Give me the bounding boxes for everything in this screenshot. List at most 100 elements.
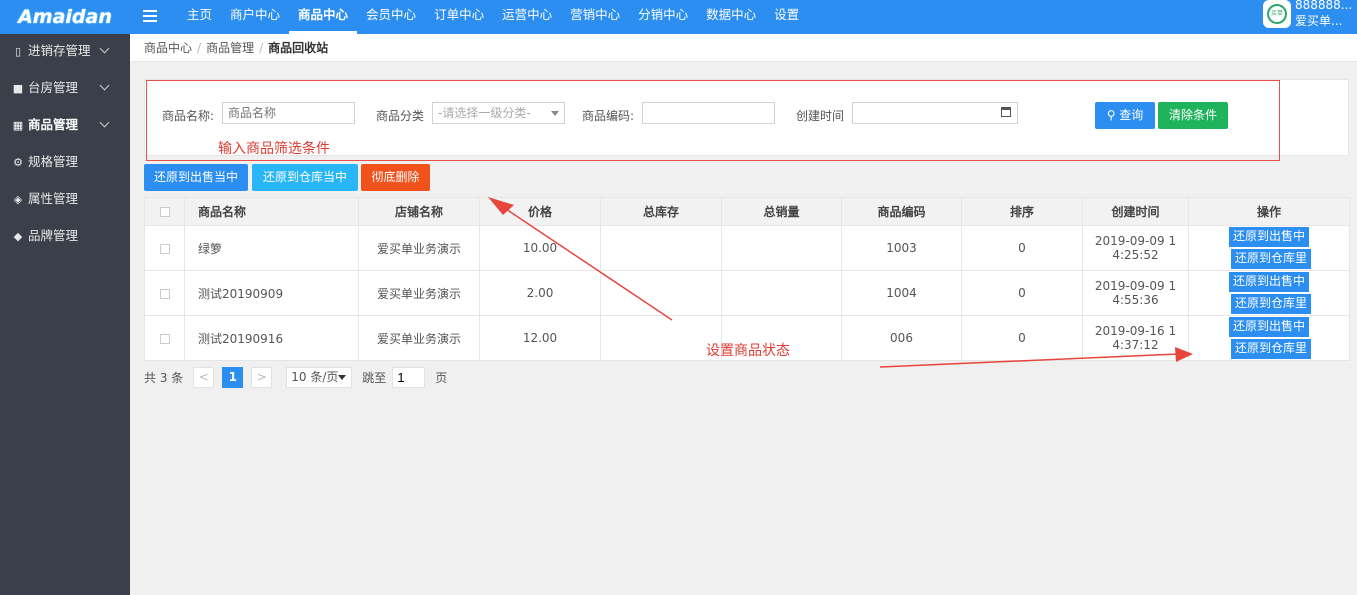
logo[interactable]: Amaidan (0, 0, 130, 34)
created-time-line2: 4:25:52 (1112, 248, 1159, 262)
breadcrumb: 商品中心 / 商品管理 / 商品回收站 (130, 34, 1357, 62)
row-select-cell[interactable] (144, 270, 185, 316)
restore-to-stock-button[interactable]: 还原到仓库当中 (252, 164, 358, 191)
date-input[interactable] (852, 102, 1018, 124)
annotation-status-hint: 设置商品状态 (706, 343, 790, 359)
nav-item-home[interactable]: 主页 (178, 0, 221, 34)
product-table: 商品名称 店铺名称 价格 总库存 总销量 商品编码 排序 创建时间 操作 绿箩 … (144, 197, 1350, 361)
sidebar-item-brands[interactable]: ◆ 品牌管理 (0, 219, 130, 256)
nav-item-product[interactable]: 商品中心 (289, 0, 358, 34)
nav-item-operation[interactable]: 运营中心 (493, 0, 561, 34)
column-header: 价格 (479, 197, 601, 226)
sidebar-item-products[interactable]: ▦ 商品管理 (0, 108, 130, 145)
sidebar-item-specs[interactable]: ⚙ 规格管理 (0, 145, 130, 182)
sidebar-item-label: 规格管理 (28, 154, 79, 169)
sidebar-item-label: 属性管理 (28, 191, 79, 206)
grid-icon: ▦ (12, 119, 24, 132)
cell-stock (600, 315, 722, 361)
prev-page-button[interactable]: < (193, 366, 215, 388)
cell-created: 2019-09-09 1 4:55:36 (1082, 270, 1189, 316)
row-checkbox[interactable] (159, 243, 170, 254)
cell-created: 2019-09-09 1 4:25:52 (1082, 225, 1189, 271)
column-header: 总库存 (600, 197, 722, 226)
delete-permanently-button[interactable]: 彻底删除 (361, 164, 430, 191)
top-nav: 主页 商户中心 商品中心 会员中心 订单中心 运营中心 营销中心 分销中心 数据… (178, 0, 808, 34)
sidebar-item-label: 台房管理 (28, 80, 79, 95)
nav-item-settings[interactable]: 设置 (765, 0, 808, 34)
sidebar-item-label: 进销存管理 (28, 43, 91, 58)
nav-item-order[interactable]: 订单中心 (425, 0, 493, 34)
map-icon: ▯ (14, 45, 22, 58)
restore-to-sale-button[interactable]: 还原到出售当中 (144, 164, 248, 191)
category-label: 商品分类 (376, 109, 425, 123)
nav-item-merchant[interactable]: 商户中心 (221, 0, 289, 34)
breadcrumb-current: 商品回收站 (268, 41, 329, 55)
user-name[interactable]: 888888... 爱买单... (1295, 0, 1352, 29)
restore-to-stock-op-button[interactable]: 还原到仓库里 (1230, 249, 1311, 269)
created-time-line2: 4:37:12 (1112, 338, 1159, 352)
created-time-line1: 2019-09-16 1 (1094, 324, 1177, 338)
breadcrumb-separator: / (259, 41, 264, 55)
current-page-button[interactable]: 1 (222, 366, 244, 388)
sidebar-item-rooms[interactable]: ■ 台房管理 (0, 71, 130, 108)
code-label: 商品编码: (582, 109, 635, 123)
total-count: 共 3 条 (144, 370, 184, 385)
product-code-input[interactable] (642, 102, 775, 124)
product-name-input[interactable] (222, 102, 355, 124)
restore-to-sale-op-button[interactable]: 还原到出售中 (1228, 317, 1309, 337)
nav-item-data[interactable]: 数据中心 (697, 0, 765, 34)
column-header: 创建时间 (1082, 197, 1189, 226)
breadcrumb-separator: / (197, 41, 202, 55)
user-menu[interactable]: 买单 888888... 爱买单... (1261, 0, 1357, 34)
row-select-cell[interactable] (144, 225, 185, 271)
page-size-select[interactable]: 10 条/页 (286, 366, 353, 388)
restore-to-stock-op-button[interactable]: 还原到仓库里 (1230, 294, 1311, 314)
avatar-logo-icon: 买单 (1267, 4, 1287, 24)
cell-operations: 还原到出售中 还原到仓库里 (1188, 270, 1350, 316)
cell-code: 006 (841, 315, 962, 361)
sidebar-item-inventory[interactable]: ▯ 进销存管理 (0, 34, 130, 71)
column-header: 排序 (961, 197, 1083, 226)
row-select-cell[interactable] (144, 315, 185, 361)
cell-name: 测试20190916 (184, 315, 359, 361)
cell-sales (721, 225, 842, 271)
restore-to-sale-op-button[interactable]: 还原到出售中 (1228, 227, 1309, 247)
table-header-row: 商品名称 店铺名称 价格 总库存 总销量 商品编码 排序 创建时间 操作 (144, 197, 1350, 226)
row-checkbox[interactable] (159, 288, 170, 299)
next-page-button[interactable]: > (251, 366, 273, 388)
category-select[interactable]: -请选择一级分类- (432, 102, 565, 124)
restore-to-stock-op-button[interactable]: 还原到仓库里 (1230, 339, 1311, 359)
breadcrumb-item[interactable]: 商品管理 (206, 41, 254, 55)
caret-down-icon (551, 111, 559, 116)
cell-stock (600, 270, 722, 316)
caret-down-icon (338, 374, 347, 380)
cubes-icon: ⚙ (13, 156, 23, 169)
annotation-filter-hint: 输入商品筛选条件 (218, 141, 330, 157)
clear-filters-button[interactable]: 清除条件 (1158, 102, 1228, 129)
category-select-value: -请选择一级分类- (438, 106, 531, 120)
restore-to-sale-op-button[interactable]: 还原到出售中 (1228, 272, 1309, 292)
sidebar-item-attributes[interactable]: ◈ 属性管理 (0, 182, 130, 219)
breadcrumb-item[interactable]: 商品中心 (144, 41, 192, 55)
search-button-label: 查询 (1119, 108, 1144, 122)
jump-page-input[interactable] (392, 366, 426, 388)
hamburger-menu-icon[interactable] (143, 7, 159, 27)
nav-item-marketing[interactable]: 营销中心 (561, 0, 629, 34)
nav-item-distribution[interactable]: 分销中心 (629, 0, 697, 34)
cell-name: 绿箩 (184, 225, 359, 271)
cell-code: 1004 (841, 270, 962, 316)
user-shop: 爱买单... (1295, 14, 1343, 28)
created-time-line1: 2019-09-09 1 (1094, 234, 1177, 248)
select-all-cell[interactable] (144, 197, 185, 226)
cell-name: 测试20190909 (184, 270, 359, 316)
cell-price: 2.00 (479, 270, 601, 316)
cell-shop: 爱买单业务演示 (358, 270, 480, 316)
column-header: 操作 (1188, 197, 1350, 226)
calendar-icon[interactable] (1001, 107, 1011, 117)
nav-item-member[interactable]: 会员中心 (357, 0, 425, 34)
avatar[interactable]: 买单 (1263, 0, 1291, 28)
column-header: 店铺名称 (358, 197, 480, 226)
row-checkbox[interactable] (159, 333, 170, 344)
select-all-checkbox[interactable] (159, 207, 170, 217)
search-button[interactable]: ⚲ 查询 (1095, 102, 1155, 129)
